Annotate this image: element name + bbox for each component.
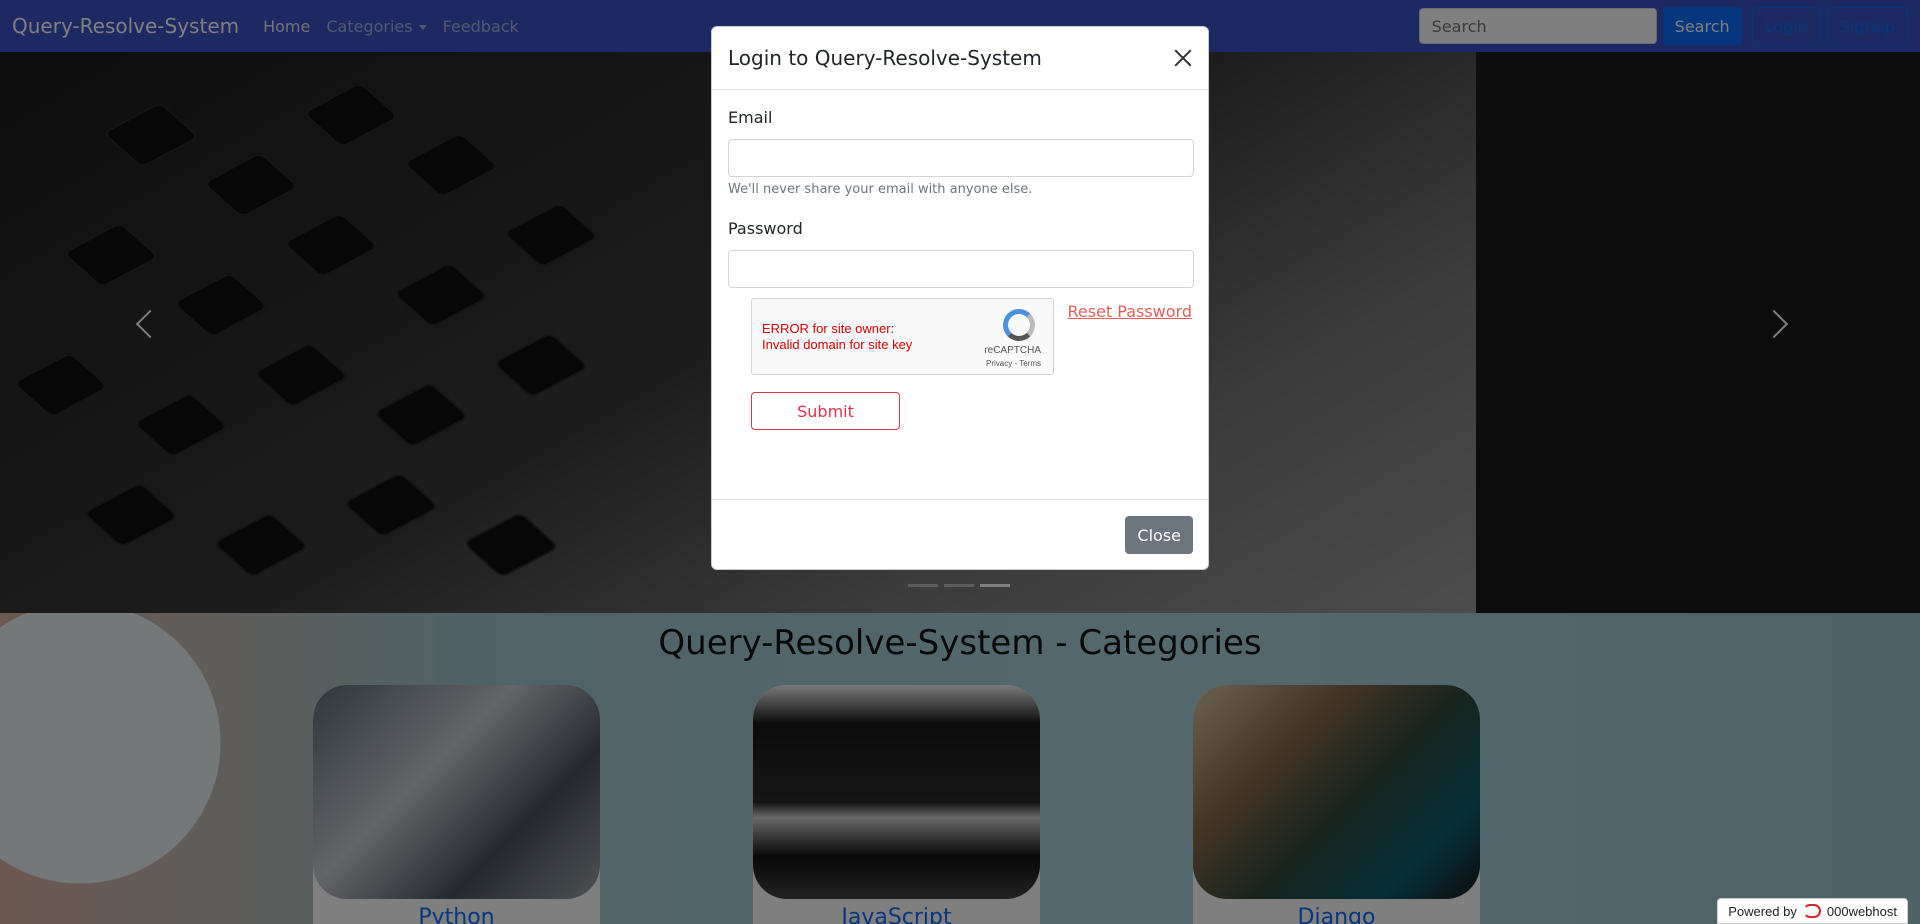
email-help-text: We'll never share your email with anyone… [728, 182, 1033, 197]
recaptcha-error-line2: Invalid domain for site key [762, 337, 913, 352]
modal-title: Login to Query-Resolve-System [728, 46, 1042, 70]
modal-body: Email We'll never share your email with … [712, 90, 1208, 500]
powered-by-text: Powered by [1728, 903, 1797, 919]
close-icon[interactable] [1174, 49, 1192, 67]
password-field[interactable] [728, 250, 1194, 288]
powered-by-badge[interactable]: Powered by 000webhost [1717, 898, 1908, 924]
modal-footer: Close [712, 500, 1208, 570]
close-button[interactable]: Close [1125, 516, 1193, 554]
login-modal: Login to Query-Resolve-System Email We'l… [711, 26, 1209, 570]
submit-button[interactable]: Submit [751, 392, 900, 430]
recaptcha-error-line1: ERROR for site owner: [762, 321, 895, 336]
recaptcha-privacy-terms[interactable]: Privacy - Terms [986, 359, 1041, 368]
powered-by-brand: 000webhost [1826, 903, 1897, 919]
webhost-logo-icon [1802, 904, 1821, 918]
modal-header: Login to Query-Resolve-System [712, 27, 1208, 90]
recaptcha-logo-icon [1003, 309, 1035, 341]
recaptcha-brand: reCAPTCHA [984, 345, 1041, 356]
password-label: Password [728, 219, 803, 238]
reset-password-link[interactable]: Reset Password [1067, 302, 1192, 321]
email-field[interactable] [728, 139, 1194, 177]
recaptcha-error: ERROR for site owner: Invalid domain for… [762, 321, 912, 353]
recaptcha-widget[interactable]: ERROR for site owner: Invalid domain for… [751, 298, 1054, 375]
email-label: Email [728, 108, 773, 127]
